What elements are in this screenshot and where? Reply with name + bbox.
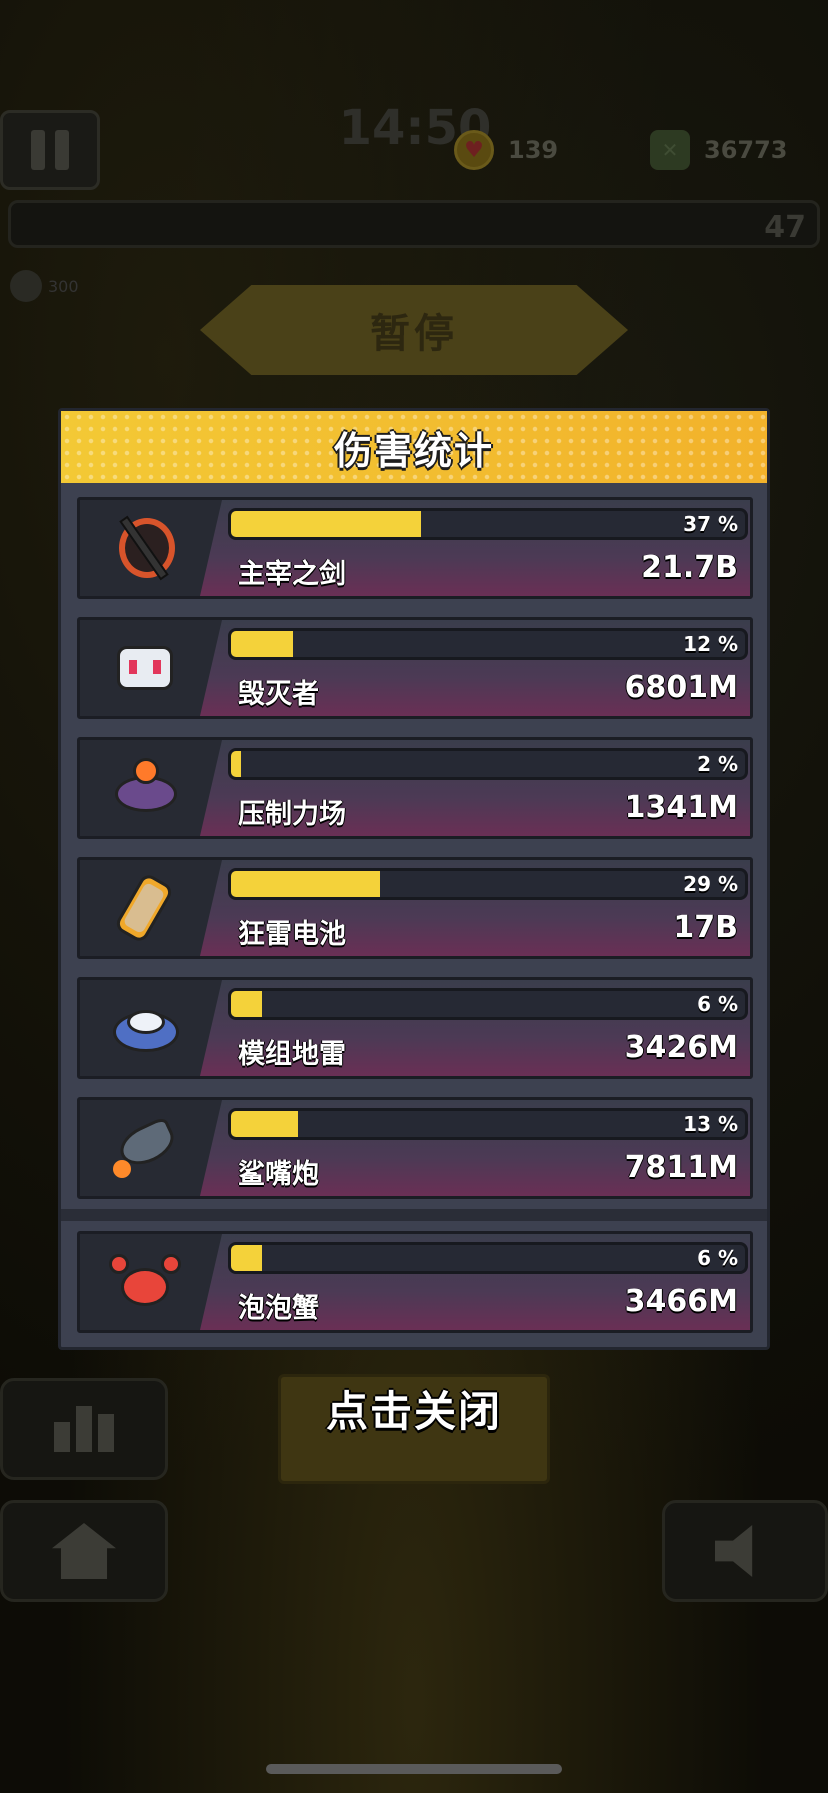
- weapon-name: 模组地雷: [238, 1039, 346, 1070]
- cash-counter: ✕ 36773: [650, 130, 788, 170]
- damage-share-bar: [228, 1242, 748, 1274]
- damage-stats-panel: 伤害统计 37 % 主宰之剑 21.7B 12 % 毁灭者 6801M 2 % …: [58, 408, 770, 1350]
- mine-icon: [109, 992, 181, 1064]
- home-button[interactable]: [0, 1500, 168, 1602]
- pet-row: 6 % 泡泡蟹 3466M: [77, 1231, 753, 1333]
- skull-icon: [10, 270, 42, 302]
- damage-share-fill: [231, 751, 242, 777]
- damage-share-bar: [228, 508, 748, 540]
- damage-percent: 29 %: [683, 872, 738, 896]
- pet-name: 泡泡蟹: [238, 1293, 319, 1324]
- pause-banner: 暂停: [200, 285, 628, 375]
- pause-banner-label: 暂停: [370, 311, 458, 357]
- damage-value: 7811M: [624, 1150, 738, 1185]
- pause-button[interactable]: [0, 110, 100, 190]
- damage-percent: 6 %: [697, 1246, 738, 1270]
- hearts-value: 139: [508, 136, 559, 164]
- damage-share-bar: [228, 748, 748, 780]
- damage-percent: 2 %: [697, 752, 738, 776]
- damage-value: 6801M: [624, 670, 738, 705]
- top-hud: 14:50 ♥ 139 ✕ 36773 47 300: [0, 0, 828, 302]
- sword-icon: [109, 512, 181, 584]
- destroyer-drone-icon: [109, 632, 181, 704]
- battery-icon: [109, 871, 181, 945]
- weapon-row: 6 % 模组地雷 3426M: [77, 977, 753, 1079]
- home-indicator[interactable]: [266, 1764, 562, 1774]
- damage-share-fill: [231, 871, 381, 897]
- level-number: 47: [764, 210, 806, 245]
- damage-percent: 12 %: [683, 632, 738, 656]
- damage-share-fill: [231, 1245, 262, 1271]
- damage-percent: 37 %: [683, 512, 738, 536]
- weapon-name: 毁灭者: [238, 679, 319, 710]
- weapon-row: 37 % 主宰之剑 21.7B: [77, 497, 753, 599]
- force-field-icon: [109, 752, 181, 824]
- weapon-row: 29 % 狂雷电池 17B: [77, 857, 753, 959]
- damage-share-bar: [228, 1108, 748, 1140]
- damage-share-fill: [231, 991, 262, 1017]
- home-icon: [52, 1523, 116, 1579]
- damage-share-bar: [228, 868, 748, 900]
- damage-share-bar: [228, 988, 748, 1020]
- damage-percent: 13 %: [683, 1112, 738, 1136]
- damage-share-fill: [231, 511, 422, 537]
- section-divider: [61, 1209, 767, 1221]
- panel-title: 伤害统计: [333, 428, 494, 473]
- weapon-name: 狂雷电池: [238, 919, 346, 950]
- damage-share-fill: [231, 1111, 298, 1137]
- damage-share-fill: [231, 631, 293, 657]
- bar-chart-icon: [54, 1406, 114, 1452]
- damage-value: 17B: [673, 910, 738, 945]
- weapon-row: 12 % 毁灭者 6801M: [77, 617, 753, 719]
- damage-value: 3466M: [624, 1284, 738, 1319]
- weapon-row: 13 % 鲨嘴炮 7811M: [77, 1097, 753, 1199]
- weapon-name: 鲨嘴炮: [238, 1159, 319, 1190]
- damage-value: 3426M: [624, 1030, 738, 1065]
- damage-stats-button[interactable]: [0, 1378, 168, 1480]
- speaker-icon: [715, 1525, 753, 1577]
- weapon-name: 压制力场: [238, 799, 346, 830]
- kill-counter: 300: [10, 270, 79, 302]
- damage-value: 21.7B: [641, 550, 738, 585]
- sound-button[interactable]: [662, 1500, 828, 1602]
- damage-share-bar: [228, 628, 748, 660]
- damage-value: 1341M: [624, 790, 738, 825]
- cash-icon: ✕: [650, 130, 690, 170]
- cash-value: 36773: [704, 136, 788, 164]
- damage-percent: 6 %: [697, 992, 738, 1016]
- weapon-row: 2 % 压制力场 1341M: [77, 737, 753, 839]
- kill-value: 300: [48, 276, 79, 296]
- shark-cannon-icon: [109, 1112, 181, 1184]
- crab-icon: [109, 1246, 181, 1318]
- hearts-counter: ♥ 139: [454, 130, 558, 170]
- panel-header: 伤害统计: [61, 411, 767, 483]
- tap-to-close-label[interactable]: 点击关闭: [278, 1378, 550, 1439]
- experience-bar: [8, 200, 820, 248]
- weapon-name: 主宰之剑: [238, 559, 346, 590]
- heart-icon: ♥: [454, 130, 494, 170]
